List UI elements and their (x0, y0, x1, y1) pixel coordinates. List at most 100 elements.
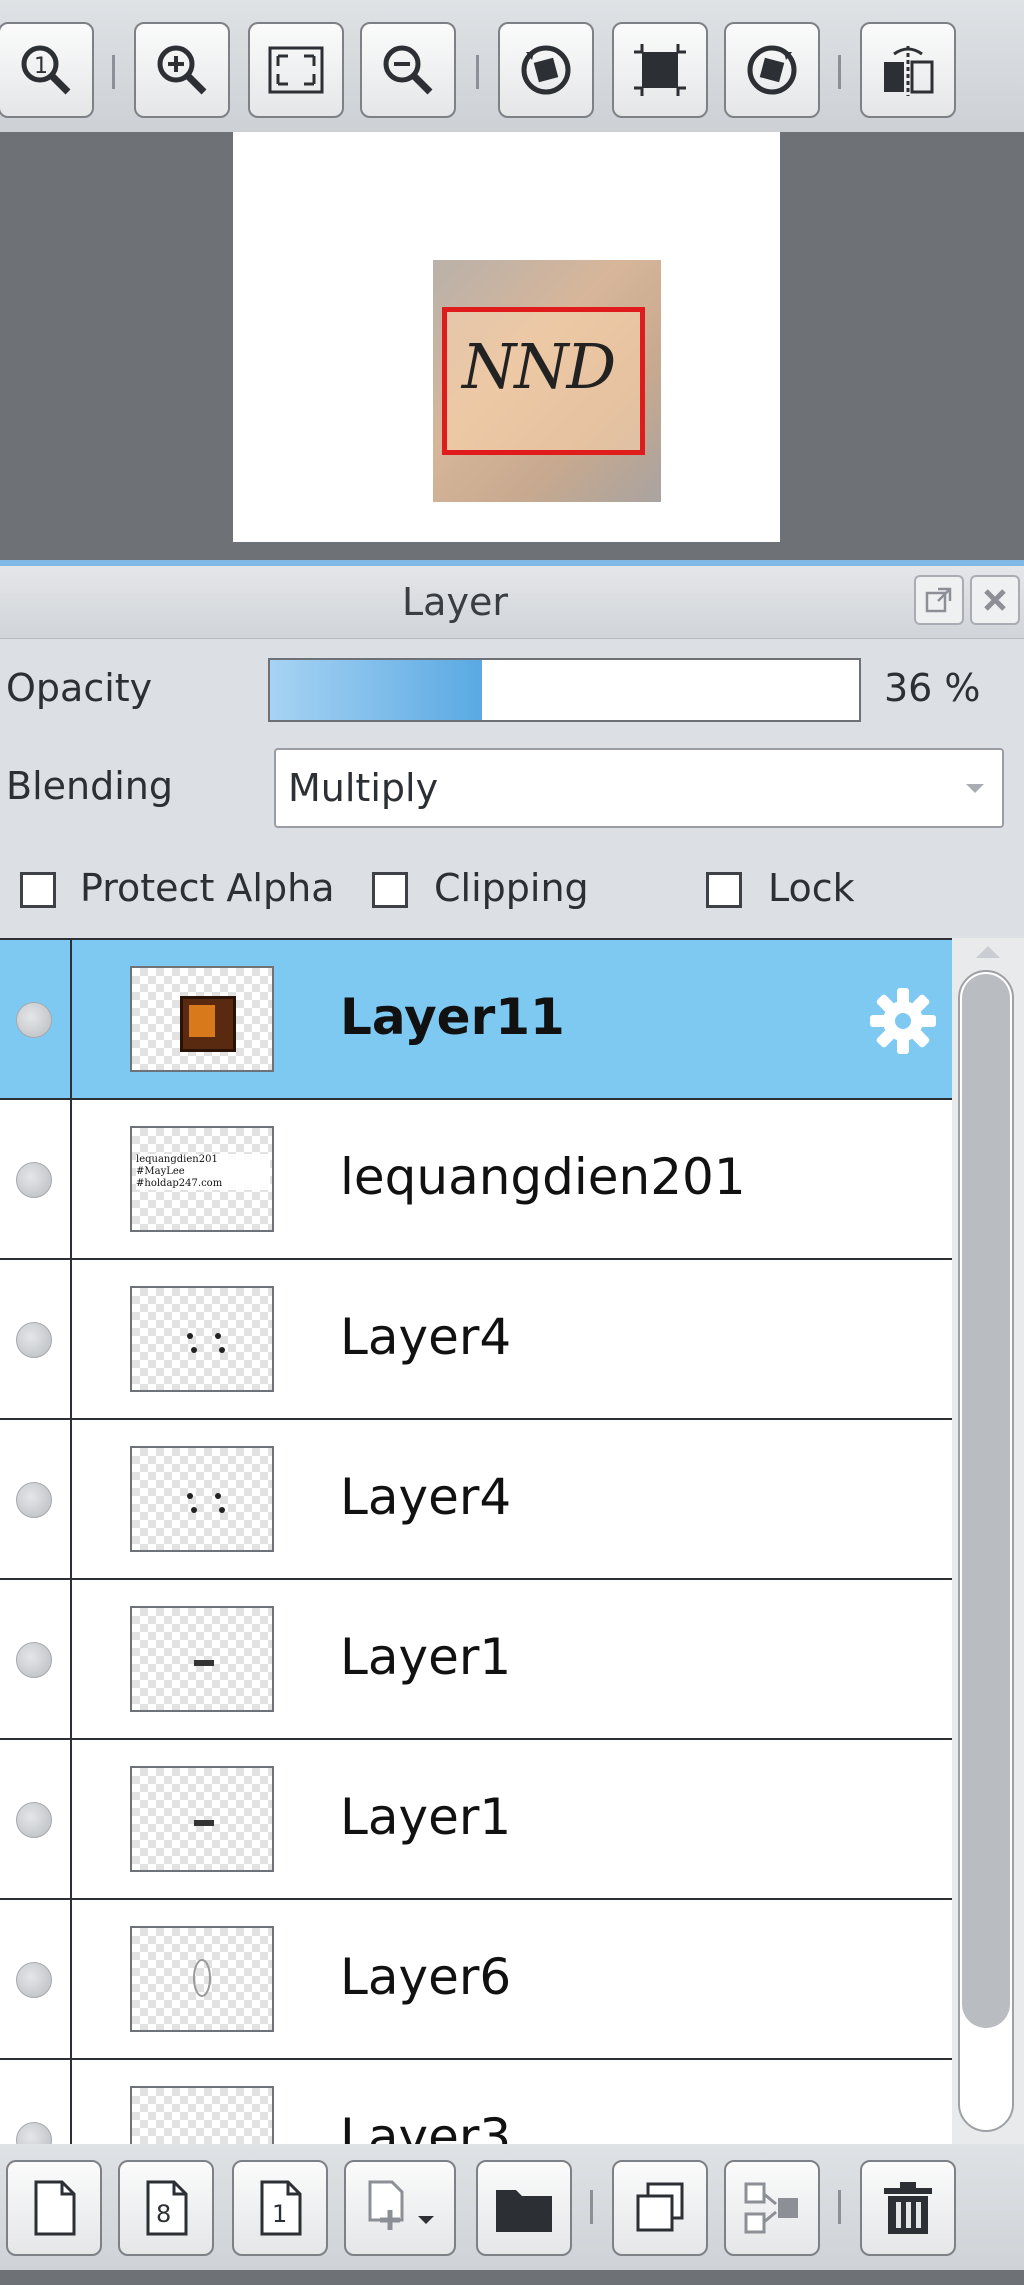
svg-text:1: 1 (272, 2200, 287, 2228)
visibility-column (0, 1740, 72, 1898)
close-panel-button[interactable] (970, 575, 1020, 625)
zoom-in-button[interactable] (134, 22, 230, 118)
rotate-left-icon (521, 45, 571, 95)
protect-alpha-checkbox[interactable] (20, 872, 56, 908)
close-icon (984, 589, 1006, 611)
layer-thumbnail (130, 966, 274, 1072)
layer-panel-header: Layer (0, 566, 1024, 639)
blending-mode-select[interactable]: Multiply (274, 748, 1004, 828)
figure-thumbnail-content (193, 1959, 211, 1997)
svg-text:1: 1 (34, 54, 48, 79)
toolbar-separator (838, 55, 841, 89)
protect-alpha-label[interactable]: Protect Alpha (80, 866, 334, 910)
gear-icon[interactable] (866, 984, 940, 1058)
scroll-up-icon[interactable] (976, 946, 1000, 958)
layer-row[interactable]: lequangdien201 #MayLee #holdap247.com le… (0, 1100, 952, 1260)
zoom-out-icon (383, 45, 433, 95)
detach-panel-button[interactable] (914, 575, 964, 625)
layer-name: Layer11 (340, 988, 565, 1046)
new-layer-button[interactable] (6, 2160, 102, 2256)
window-bottom-edge (0, 2270, 1024, 2285)
visibility-toggle-icon[interactable] (16, 1162, 52, 1198)
layer-row[interactable]: Layer11 (0, 940, 952, 1100)
fit-to-window-button[interactable] (248, 22, 344, 118)
visibility-column (0, 1100, 72, 1258)
layer-thumbnail (130, 1766, 274, 1872)
visibility-toggle-icon[interactable] (16, 1642, 52, 1678)
visibility-toggle-icon[interactable] (16, 1482, 52, 1518)
rotate-right-button[interactable] (724, 22, 820, 118)
view-toolbar: 1 (0, 0, 1024, 132)
delete-layer-button[interactable] (860, 2160, 956, 2256)
new-folder-button[interactable] (476, 2160, 572, 2256)
svg-text:8: 8 (156, 2200, 171, 2228)
flip-horizontal-icon (884, 46, 934, 96)
reset-view-button[interactable] (612, 22, 708, 118)
new-8bit-layer-button[interactable]: 8 (118, 2160, 214, 2256)
layer-row[interactable]: Layer6 (0, 1900, 952, 2060)
text-thumbnail-content: lequangdien201 #MayLee #holdap247.com (136, 1154, 270, 1190)
image-thumbnail-content (180, 996, 236, 1052)
toolbar-separator (838, 2190, 841, 2224)
trash-icon (884, 2182, 932, 2234)
layer-actions-toolbar: 8 1 (0, 2144, 1024, 2285)
visibility-toggle-icon[interactable] (16, 1322, 52, 1358)
layer-row[interactable]: Layer1 (0, 1740, 952, 1900)
clipping-checkbox[interactable] (372, 872, 408, 908)
toolbar-separator (590, 2190, 593, 2224)
zoom-in-icon (157, 45, 207, 95)
new-folder-icon (496, 2190, 552, 2232)
scrollbar-thumb[interactable] (958, 970, 1014, 2132)
canvas-logo-text: NND (462, 330, 616, 403)
layer-thumbnail (130, 1286, 274, 1392)
dots-thumbnail-content (187, 1493, 225, 1513)
duplicate-layer-button[interactable] (612, 2160, 708, 2256)
add-layer-dropdown-icon (368, 2180, 434, 2230)
layer-list-scrollbar[interactable] (952, 938, 1024, 2144)
lock-label[interactable]: Lock (768, 866, 855, 910)
layer-name: Layer3 (340, 2108, 512, 2146)
layer-name: Layer6 (340, 1948, 512, 2006)
panel-title: Layer (402, 580, 508, 624)
layer-row[interactable]: Layer4 (0, 1420, 952, 1580)
small-text-thumbnail-content (194, 1820, 214, 1826)
rotate-left-button[interactable] (498, 22, 594, 118)
toolbar-separator (476, 55, 479, 89)
new-1bit-layer-icon: 1 (260, 2180, 302, 2236)
flip-horizontal-button[interactable] (860, 22, 956, 118)
fit-to-window-icon (268, 46, 324, 94)
visibility-toggle-icon[interactable] (16, 1002, 52, 1038)
new-1bit-layer-button[interactable]: 1 (232, 2160, 328, 2256)
layer-name: lequangdien201 (340, 1148, 746, 1206)
opacity-slider[interactable] (268, 658, 861, 722)
small-text-thumbnail-content (194, 1660, 214, 1666)
dots-thumbnail-content (187, 1333, 225, 1353)
visibility-column (0, 940, 72, 1098)
merge-layer-icon (744, 2182, 798, 2234)
lock-checkbox[interactable] (706, 872, 742, 908)
layer-thumbnail (130, 1446, 274, 1552)
merge-layer-button[interactable] (724, 2160, 820, 2256)
visibility-column (0, 1900, 72, 2058)
duplicate-layer-icon (636, 2182, 684, 2232)
blending-label: Blending (6, 764, 173, 808)
layer-row[interactable]: Layer3 (0, 2060, 952, 2146)
layer-thumbnail: lequangdien201 #MayLee #holdap247.com (130, 1126, 274, 1232)
layer-thumbnail (130, 2086, 274, 2146)
visibility-toggle-icon[interactable] (16, 1962, 52, 1998)
visibility-column (0, 1260, 72, 1418)
layer-name: Layer1 (340, 1788, 512, 1846)
clipping-label[interactable]: Clipping (434, 866, 589, 910)
visibility-toggle-icon[interactable] (16, 1802, 52, 1838)
layer-thumbnail (130, 1606, 274, 1712)
opacity-value: 36 % (884, 666, 981, 710)
visibility-toggle-icon[interactable] (16, 2122, 52, 2146)
zoom-out-button[interactable] (360, 22, 456, 118)
layer-row[interactable]: Layer4 (0, 1260, 952, 1420)
zoom-actual-size-button[interactable]: 1 (0, 22, 94, 118)
zoom-actual-size-icon: 1 (21, 45, 71, 95)
visibility-column (0, 2060, 72, 2146)
layer-row[interactable]: Layer1 (0, 1580, 952, 1740)
layer-name: Layer4 (340, 1468, 512, 1526)
add-layer-dropdown-button[interactable] (344, 2160, 456, 2256)
